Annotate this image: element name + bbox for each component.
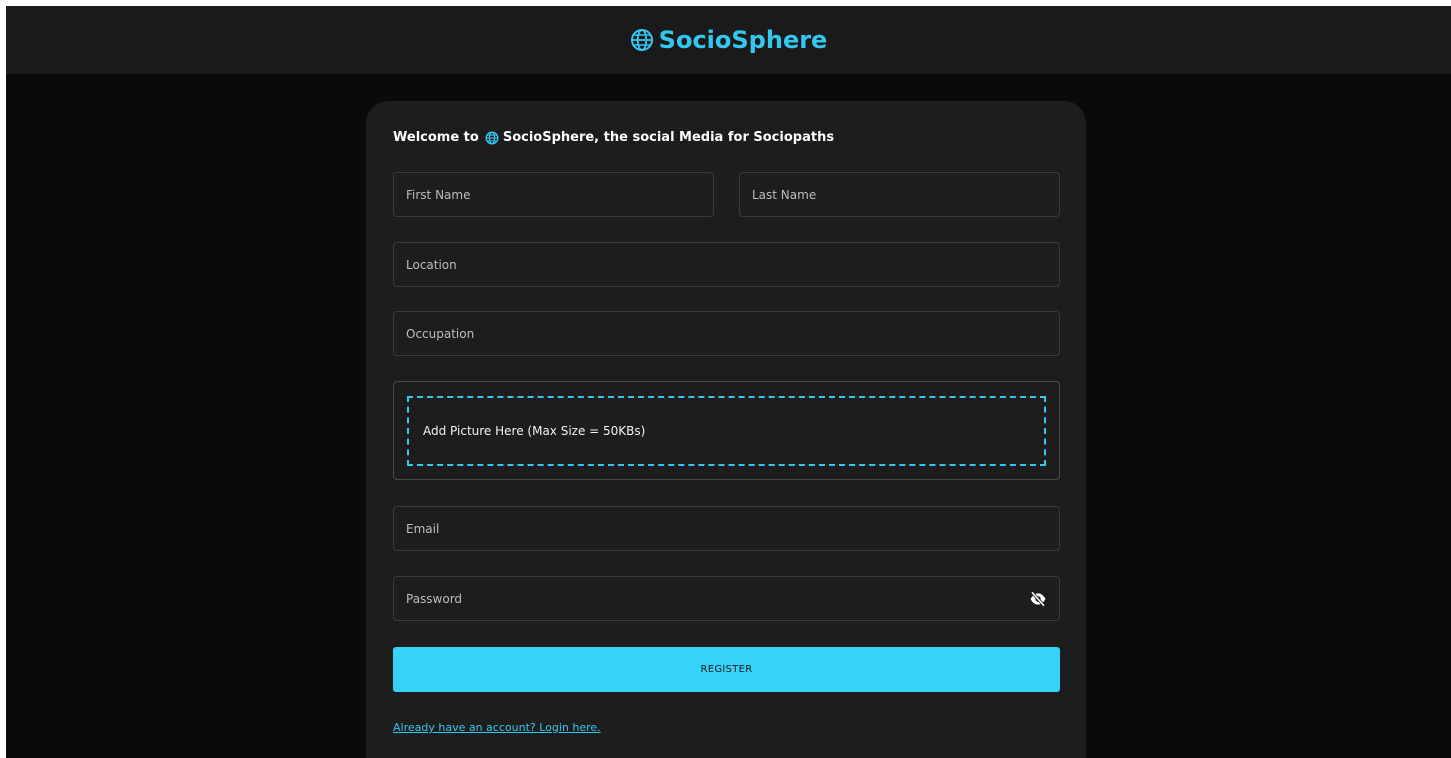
email-placeholder: Email [406, 521, 440, 536]
navbar: SocioSphere [6, 6, 1451, 74]
first-name-placeholder: First Name [406, 187, 471, 202]
picture-dropzone[interactable]: Add Picture Here (Max Size = 50KBs) [407, 396, 1046, 466]
eye-off-icon[interactable] [1029, 590, 1047, 608]
location-placeholder: Location [406, 257, 457, 272]
picture-upload-container: Add Picture Here (Max Size = 50KBs) [393, 381, 1060, 480]
register-button[interactable]: REGISTER [393, 647, 1060, 692]
brand-logo[interactable]: SocioSphere [630, 26, 828, 54]
occupation-placeholder: Occupation [406, 326, 475, 341]
first-name-field[interactable]: First Name [393, 172, 714, 217]
welcome-heading: Welcome to SocioSphere, the social Media… [393, 130, 834, 145]
last-name-field[interactable]: Last Name [739, 172, 1060, 217]
email-field[interactable]: Email [393, 506, 1060, 551]
globe-icon [630, 29, 653, 51]
location-field[interactable]: Location [393, 242, 1060, 287]
register-form: Welcome to SocioSphere, the social Media… [366, 101, 1086, 758]
login-link[interactable]: Already have an account? Login here. [393, 721, 601, 734]
last-name-placeholder: Last Name [752, 187, 817, 202]
password-field[interactable]: Password [393, 576, 1060, 621]
welcome-suffix: SocioSphere, the social Media for Sociop… [502, 130, 835, 145]
password-placeholder: Password [406, 591, 463, 606]
welcome-prefix: Welcome to [393, 130, 479, 145]
app-viewport: SocioSphere Welcome to SocioSphere, the … [6, 6, 1451, 758]
occupation-field[interactable]: Occupation [393, 311, 1060, 356]
picture-dropzone-text: Add Picture Here (Max Size = 50KBs) [423, 424, 646, 438]
globe-icon [485, 131, 499, 144]
brand-name: SocioSphere [658, 26, 828, 54]
